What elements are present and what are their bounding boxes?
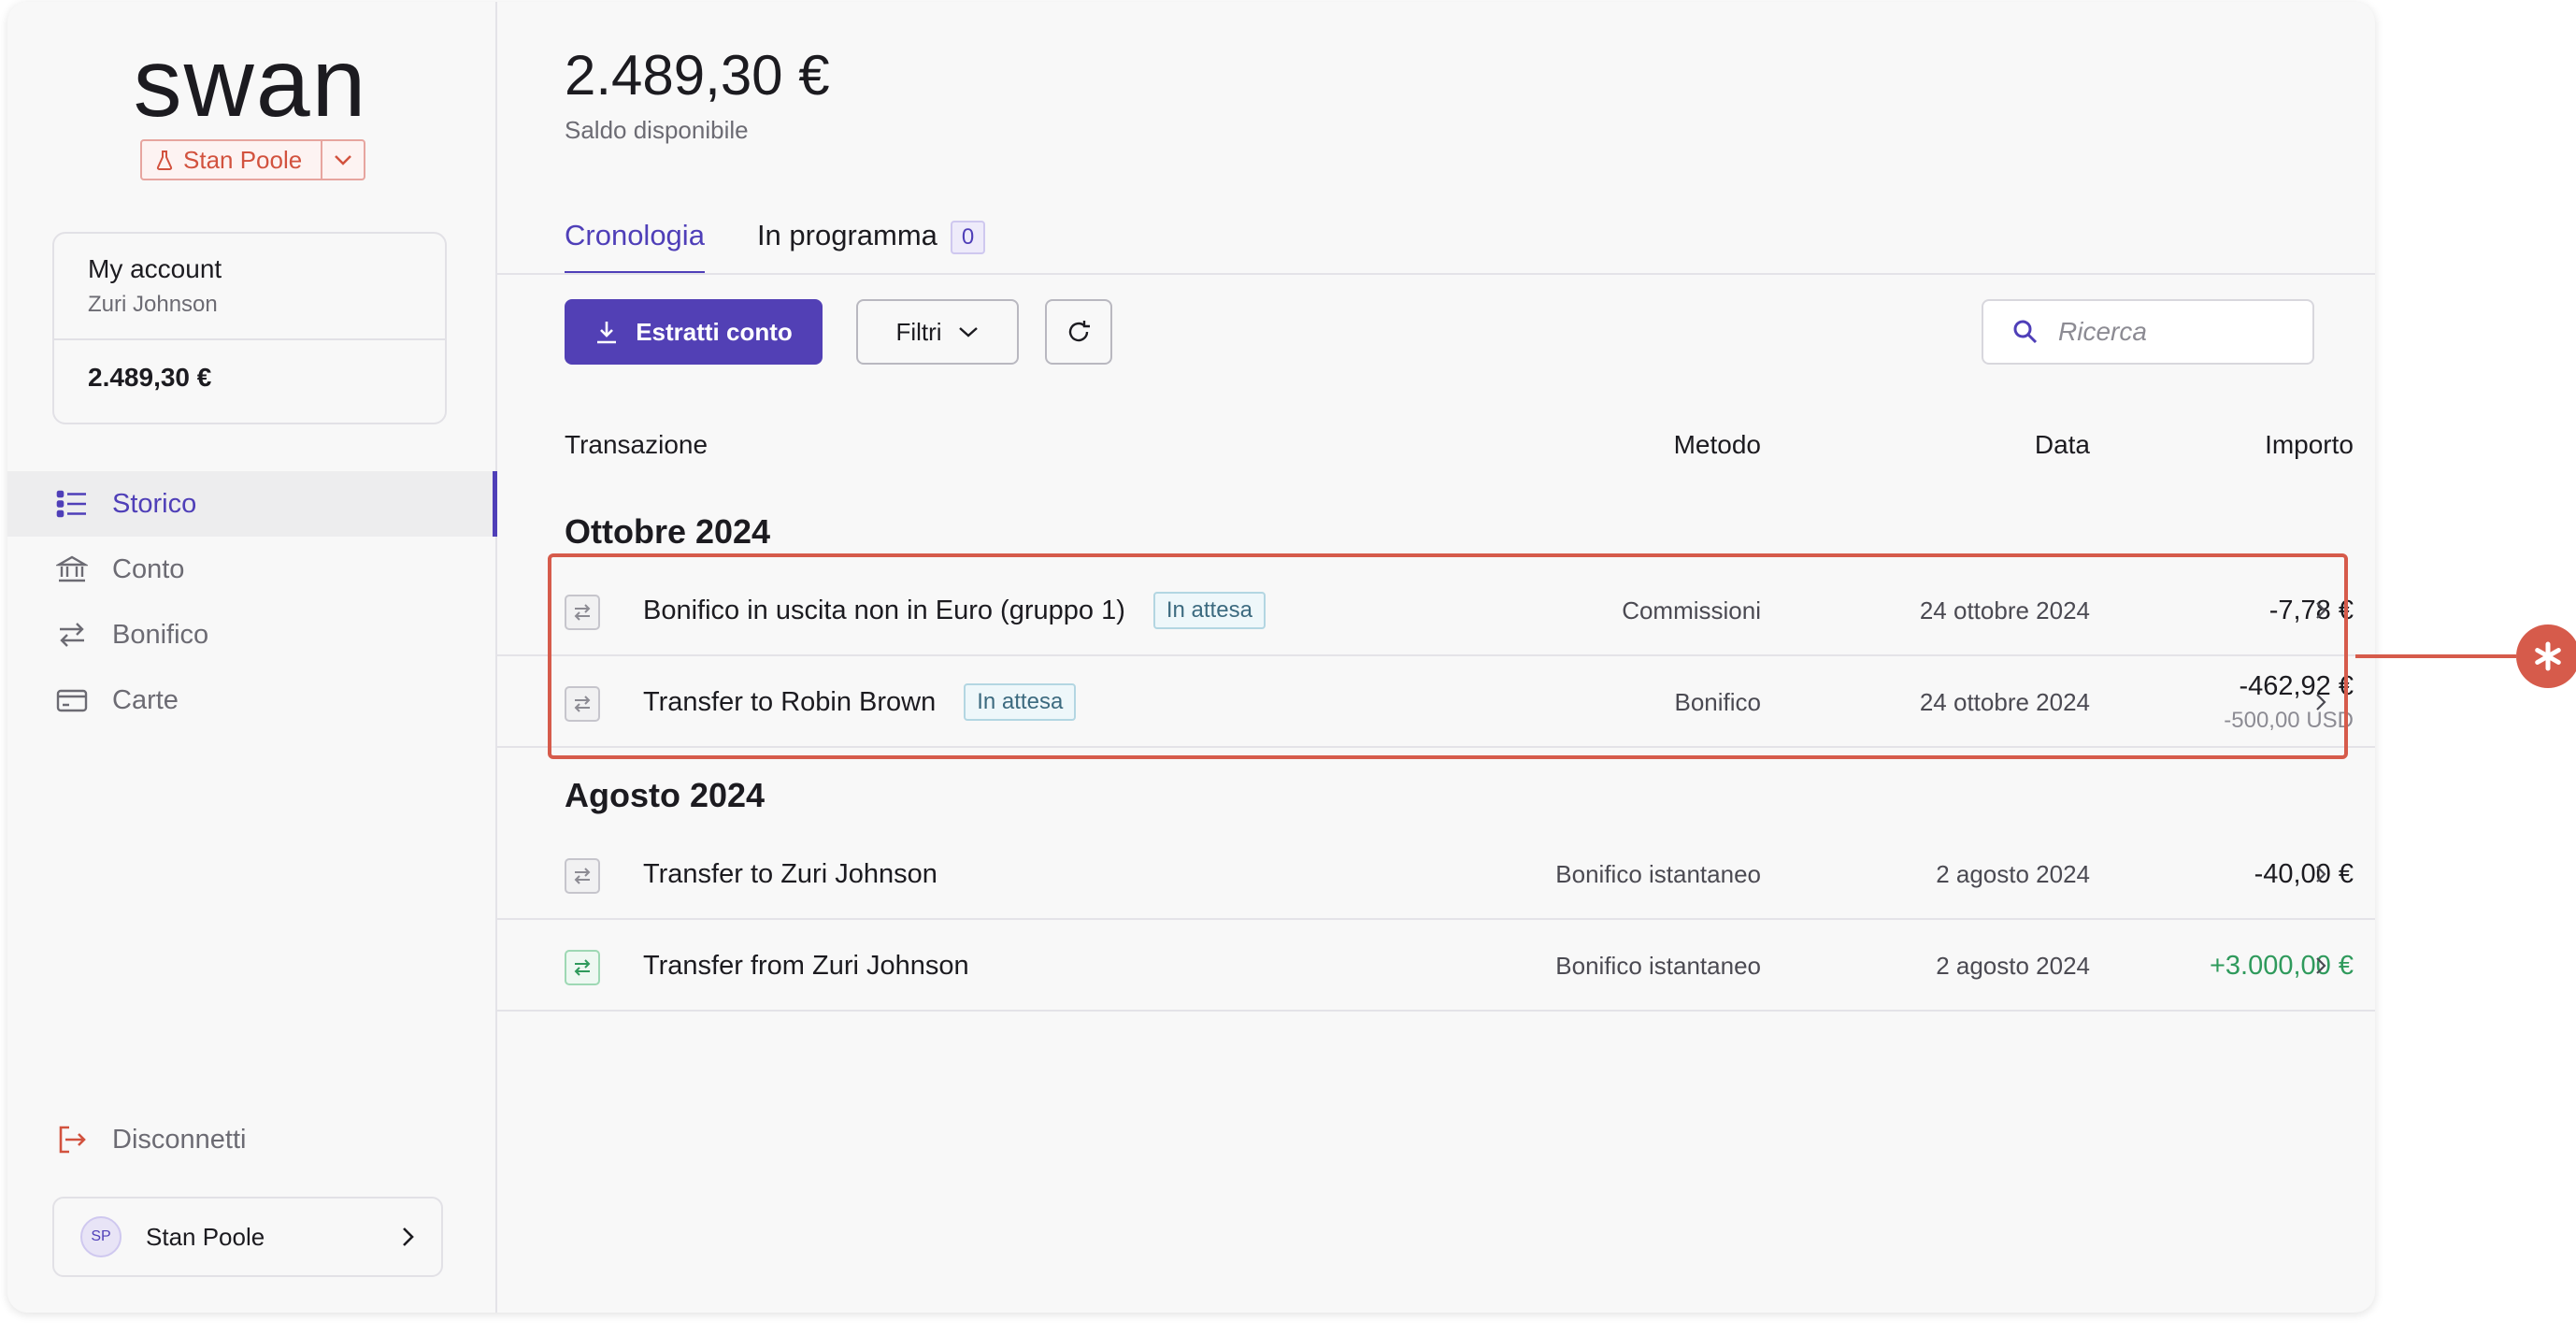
statements-button[interactable]: Estratti conto [565, 299, 823, 365]
method-value: Bonifico istantaneo [1555, 859, 1761, 888]
chevron-down-icon [958, 327, 978, 337]
sidebar-item-bonifico[interactable]: Bonifico [7, 602, 495, 668]
date-value: 2 agosto 2024 [1936, 951, 2090, 980]
row-divider [497, 1010, 2375, 1012]
asterisk-icon [2535, 641, 2561, 671]
chevron-right-icon [403, 1227, 414, 1246]
table-row[interactable]: Transfer to Zuri Johnson Bonifico istant… [497, 828, 2375, 920]
method-value: Bonifico istantaneo [1555, 951, 1761, 980]
annotation-connector [2355, 654, 2516, 658]
column-header-method[interactable]: Metodo [1552, 430, 1761, 460]
sidebar-nav: Storico Conto Bonifico Carte [7, 471, 497, 733]
account-title: My account [88, 254, 222, 283]
tabs: Cronologia In programma 0 [565, 219, 986, 274]
sidebar-item-label: Carte [112, 684, 179, 715]
group-title: Ottobre 2024 [565, 512, 771, 551]
download-icon [597, 322, 617, 344]
date-cell: 2 agosto 2024 [1899, 920, 2090, 1012]
transaction-label: Transfer from Zuri Johnson [643, 950, 969, 981]
chevron-right-icon [2316, 866, 2326, 883]
tab-cronologia[interactable]: Cronologia [565, 219, 705, 274]
project-name[interactable]: Stan Poole [142, 141, 323, 179]
transaction-name: Transfer from Zuri Johnson [643, 920, 969, 1012]
transfer-arrows-icon [565, 858, 600, 894]
list-icon [56, 490, 86, 518]
method-cell: Bonifico istantaneo [1552, 828, 1761, 920]
sidebar-item-carte[interactable]: Carte [7, 668, 495, 733]
amount-value: -40,00 € [2254, 858, 2354, 889]
date-value: 2 agosto 2024 [1936, 859, 2090, 888]
transfer-arrows-icon [565, 950, 600, 985]
sidebar-item-label: Conto [112, 553, 185, 584]
bank-icon [56, 555, 88, 582]
logout-link[interactable]: Disconnetti [56, 1124, 246, 1156]
annotation-marker [2516, 624, 2576, 688]
statements-button-label: Estratti conto [636, 317, 793, 346]
tab-label: In programma [756, 219, 937, 251]
highlight-box [548, 553, 2348, 759]
project-name-label: Stan Poole [183, 145, 303, 174]
project-switcher[interactable]: Stan Poole [140, 139, 366, 180]
swan-logo: swan [134, 39, 368, 133]
filters-button-label: Filtri [895, 317, 942, 346]
tab-label: Cronologia [565, 219, 705, 251]
search-icon [2013, 320, 2038, 344]
available-balance-label: Saldo disponibile [565, 116, 749, 144]
method-cell: Bonifico istantaneo [1552, 920, 1761, 1012]
logout-label: Disconnetti [112, 1124, 247, 1155]
refresh-button[interactable] [1045, 299, 1112, 365]
account-card[interactable]: My account Zuri Johnson 2.489,30 € [52, 232, 447, 424]
tab-in-programma[interactable]: In programma 0 [756, 219, 986, 271]
avatar: SP [80, 1216, 122, 1257]
card-icon [56, 689, 88, 712]
sidebar-item-storico[interactable]: Storico [7, 471, 497, 537]
group-title: Agosto 2024 [565, 776, 766, 814]
date-cell: 2 agosto 2024 [1899, 828, 2090, 920]
account-balance: 2.489,30 € [88, 363, 212, 392]
filters-button[interactable]: Filtri [856, 299, 1019, 365]
account-holder: Zuri Johnson [88, 292, 218, 317]
refresh-icon [1068, 321, 1090, 342]
transaction-name: Transfer to Zuri Johnson [643, 828, 937, 920]
chevron-right-icon [2316, 957, 2326, 974]
flask-icon [156, 151, 173, 170]
logout-icon [59, 1126, 86, 1154]
column-header-transaction[interactable]: Transazione [565, 430, 708, 460]
sidebar-item-conto[interactable]: Conto [7, 537, 495, 602]
column-header-date[interactable]: Data [1899, 430, 2090, 460]
table-row[interactable]: Transfer from Zuri Johnson Bonifico ista… [497, 920, 2375, 1012]
search-box[interactable] [1982, 299, 2314, 365]
tabs-divider [497, 273, 2375, 275]
transfer-arrows-icon [60, 623, 84, 647]
sidebar-item-label: Storico [112, 488, 197, 519]
user-menu[interactable]: SP Stan Poole [52, 1197, 443, 1277]
search-input[interactable] [2056, 316, 2303, 348]
sidebar: swan Stan Poole My account Zuri Johnson … [7, 2, 497, 1313]
chevron-down-icon [335, 155, 352, 165]
user-name: Stan Poole [146, 1222, 265, 1251]
svg-text:swan: swan [134, 39, 368, 133]
column-header-amount[interactable]: Importo [2142, 430, 2354, 460]
transaction-label: Transfer to Zuri Johnson [643, 858, 937, 889]
project-dropdown-button[interactable] [322, 141, 364, 179]
scheduled-count-badge: 0 [950, 221, 986, 254]
available-balance: 2.489,30 € [565, 44, 830, 107]
sidebar-item-label: Bonifico [112, 619, 209, 650]
